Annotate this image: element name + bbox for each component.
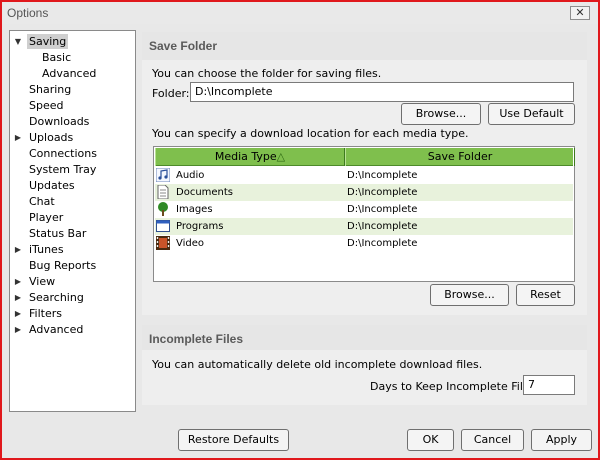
tree-item-player[interactable]: Player	[10, 210, 135, 225]
table-header: Media Type△ Save Folder	[155, 148, 575, 166]
tree-item-advanced[interactable]: ▶ Advanced	[10, 322, 135, 337]
incomplete-files-description: You can automatically delete old incompl…	[152, 358, 483, 371]
save-folder-cell: D:\Incomplete	[347, 170, 418, 181]
tree-item-searching[interactable]: ▶ Searching	[10, 290, 135, 305]
media-type-cell: Video	[176, 238, 205, 249]
browse-media-button[interactable]: Browse...	[430, 284, 509, 306]
options-tree[interactable]: ▼ Saving Basic Advanced Sharing Speed Do…	[9, 30, 136, 412]
column-header-label: Media Type	[214, 150, 277, 163]
tree-item-label: Updates	[29, 179, 75, 192]
tree-item-label: Chat	[29, 195, 55, 208]
options-window: Options ✕ ▼ Saving Basic Advanced Sharin…	[0, 0, 600, 460]
tree-item-itunes[interactable]: ▶ iTunes	[10, 242, 135, 257]
title-bar[interactable]: Options ✕	[2, 2, 598, 24]
tree-item-label: Connections	[29, 147, 97, 160]
tree-item-label: Status Bar	[29, 227, 87, 240]
media-type-cell: Images	[176, 204, 213, 215]
tree-item-saving[interactable]: ▼ Saving	[10, 34, 135, 49]
tree-item-label: System Tray	[29, 163, 97, 176]
film-video-icon	[156, 236, 170, 250]
tree-item-label: Uploads	[29, 131, 74, 144]
tree-item-uploads[interactable]: ▶ Uploads	[10, 130, 135, 145]
ok-button[interactable]: OK	[407, 429, 454, 451]
incomplete-files-panel: Incomplete Files You can automatically d…	[142, 325, 587, 405]
tree-item-view[interactable]: ▶ View	[10, 274, 135, 289]
media-type-cell: Audio	[176, 170, 205, 181]
tree-item-label: Player	[29, 211, 64, 224]
program-window-icon	[156, 220, 170, 232]
table-row[interactable]: Programs D:\Incomplete	[155, 218, 573, 235]
collapsed-arrow-icon[interactable]: ▶	[13, 290, 23, 305]
tree-item-label: Advanced	[29, 323, 84, 336]
tree-item-speed[interactable]: Speed	[10, 98, 135, 113]
tree-item-downloads[interactable]: Downloads	[10, 114, 135, 129]
save-folder-cell: D:\Incomplete	[347, 187, 418, 198]
tree-item-label: Speed	[29, 99, 64, 112]
cancel-button[interactable]: Cancel	[461, 429, 524, 451]
days-to-keep-field[interactable]: 7	[523, 375, 575, 395]
tree-item-sharing[interactable]: Sharing	[10, 82, 135, 97]
collapsed-arrow-icon[interactable]: ▶	[13, 306, 23, 321]
window-title: Options	[7, 6, 49, 20]
save-folder-body: You can choose the folder for saving fil…	[142, 60, 587, 315]
tree-item-label: Basic	[42, 51, 72, 64]
use-default-button[interactable]: Use Default	[488, 103, 575, 125]
table-row[interactable]: Images D:\Incomplete	[155, 201, 573, 218]
media-type-table[interactable]: Media Type△ Save Folder Audio D:\Incompl…	[153, 146, 575, 282]
tree-item-label: Filters	[29, 307, 62, 320]
save-folder-cell: D:\Incomplete	[347, 204, 418, 215]
expand-arrow-icon[interactable]: ▼	[13, 34, 23, 49]
apply-button[interactable]: Apply	[531, 429, 592, 451]
table-row[interactable]: Documents D:\Incomplete	[155, 184, 573, 201]
days-to-keep-label: Days to Keep Incomplete Files:	[370, 380, 540, 393]
tree-item-label: Saving	[27, 34, 69, 49]
tree-item-label: Sharing	[29, 83, 72, 96]
tree-item-chat[interactable]: Chat	[10, 194, 135, 209]
column-header-label: Save Folder	[427, 150, 493, 163]
tree-item-label: iTunes	[29, 243, 64, 256]
incomplete-files-title: Incomplete Files	[149, 332, 244, 346]
reset-button[interactable]: Reset	[516, 284, 575, 306]
media-type-cell: Programs	[176, 221, 224, 232]
tree-item-filters[interactable]: ▶ Filters	[10, 306, 135, 321]
browse-folder-button[interactable]: Browse...	[401, 103, 481, 125]
media-type-cell: Documents	[176, 187, 234, 198]
tree-image-icon	[158, 202, 168, 216]
tree-item-label: View	[29, 275, 56, 288]
folder-label: Folder:	[152, 87, 190, 100]
tree-item-advanced-saving[interactable]: Advanced	[10, 66, 135, 81]
close-button[interactable]: ✕	[570, 6, 590, 20]
tree-item-label: Downloads	[29, 115, 90, 128]
tree-item-status-bar[interactable]: Status Bar	[10, 226, 135, 241]
sort-ascending-icon: △	[276, 150, 286, 163]
tree-item-connections[interactable]: Connections	[10, 146, 135, 161]
restore-defaults-button[interactable]: Restore Defaults	[178, 429, 289, 451]
tree-item-label: Bug Reports	[29, 259, 97, 272]
collapsed-arrow-icon[interactable]: ▶	[13, 274, 23, 289]
incomplete-files-body: You can automatically delete old incompl…	[142, 350, 587, 405]
column-header-media-type[interactable]: Media Type△	[155, 148, 345, 166]
document-icon	[157, 185, 169, 199]
tree-item-label: Advanced	[42, 67, 97, 80]
collapsed-arrow-icon[interactable]: ▶	[13, 242, 23, 257]
table-row[interactable]: Audio D:\Incomplete	[155, 167, 573, 184]
media-type-description: You can specify a download location for …	[152, 127, 469, 140]
tree-item-bug-reports[interactable]: Bug Reports	[10, 258, 135, 273]
tree-item-label: Searching	[29, 291, 84, 304]
table-row[interactable]: Video D:\Incomplete	[155, 235, 573, 252]
tree-item-basic[interactable]: Basic	[10, 50, 135, 65]
collapsed-arrow-icon[interactable]: ▶	[13, 130, 23, 145]
save-folder-description: You can choose the folder for saving fil…	[152, 67, 382, 80]
audio-note-icon	[156, 168, 170, 182]
save-folder-cell: D:\Incomplete	[347, 238, 418, 249]
column-header-save-folder[interactable]: Save Folder	[345, 148, 575, 166]
collapsed-arrow-icon[interactable]: ▶	[13, 322, 23, 337]
tree-item-updates[interactable]: Updates	[10, 178, 135, 193]
save-folder-cell: D:\Incomplete	[347, 221, 418, 232]
save-folder-panel: Save Folder You can choose the folder fo…	[142, 32, 587, 315]
save-folder-title: Save Folder	[149, 39, 218, 53]
tree-item-system-tray[interactable]: System Tray	[10, 162, 135, 177]
folder-field[interactable]: D:\Incomplete	[190, 82, 574, 102]
